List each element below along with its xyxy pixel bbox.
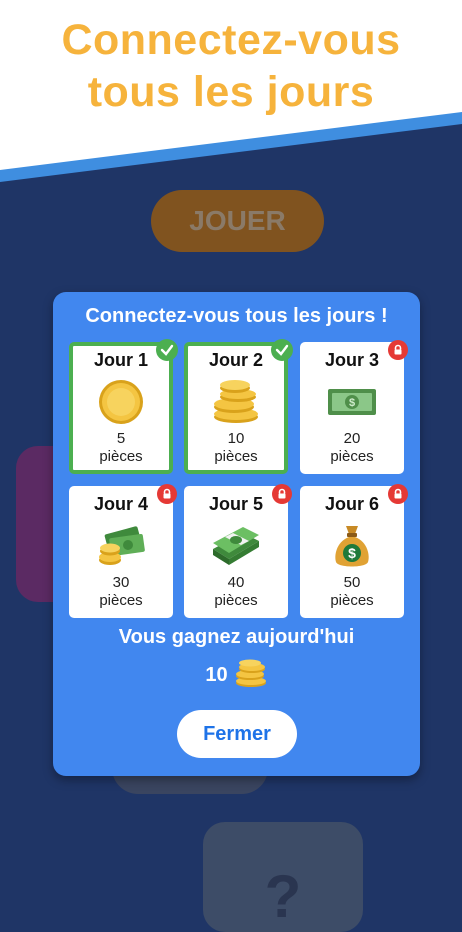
day-amount: 30 — [112, 574, 130, 591]
background-play-label: JOUER — [189, 205, 286, 236]
background-tile: ? — [203, 822, 363, 932]
day-unit: pièces — [330, 592, 374, 609]
banknote-icon: $ — [300, 378, 404, 426]
day-card-2: Jour 2 10 pièces — [184, 342, 288, 474]
close-button[interactable]: Fermer — [177, 710, 297, 758]
lock-icon — [388, 484, 408, 504]
day-unit: pièces — [214, 448, 258, 465]
day-amount: 5 — [116, 430, 126, 447]
money-bag-icon: $ — [300, 522, 404, 570]
svg-text:$: $ — [348, 545, 356, 561]
day-amount: 50 — [343, 574, 361, 591]
svg-text:$: $ — [349, 397, 355, 409]
background-play-button: JOUER — [151, 190, 324, 252]
day-unit: pièces — [99, 448, 143, 465]
background-tile-label: ? — [264, 863, 302, 930]
day-card-4: Jour 4 30 pièces — [69, 486, 173, 618]
day-label: Jour 1 — [93, 350, 149, 370]
day-card-3: Jour 3 $ 20 pièces — [300, 342, 404, 474]
day-amount: 40 — [227, 574, 245, 591]
day-unit: pièces — [330, 448, 374, 465]
day-card-6: Jour 6 $ 50 pièces — [300, 486, 404, 618]
coin-icon — [73, 378, 169, 426]
banner-title: Connectez-vous tous les jours — [0, 14, 462, 118]
today-gain-row: 10 — [53, 658, 420, 692]
cash-and-coins-icon — [69, 522, 173, 570]
today-gain-text: Vous gagnez aujourd'hui — [118, 626, 355, 648]
modal-title: Connectez-vous tous les jours ! — [85, 305, 388, 327]
cash-bundle-icon — [184, 522, 288, 570]
day-label: Jour 2 — [208, 350, 264, 370]
day-card-5: Jour 5 40 pièces — [184, 486, 288, 618]
day-amount: 20 — [343, 430, 361, 447]
day-card-1: Jour 1 5 pièces — [69, 342, 173, 474]
today-gain-value: 10 — [205, 663, 228, 686]
daily-reward-modal: Connectez-vous tous les jours ! Jour 1 5… — [53, 292, 420, 776]
check-icon — [156, 339, 178, 361]
check-icon — [271, 339, 293, 361]
lock-icon — [272, 484, 292, 504]
day-unit: pièces — [214, 592, 258, 609]
day-unit: pièces — [99, 592, 143, 609]
coin-stack-icon — [234, 658, 268, 693]
banner-title-line-1: Connectez-vous — [61, 16, 401, 64]
lock-icon — [388, 340, 408, 360]
coin-stack-icon — [188, 378, 284, 426]
banner-title-line-2: tous les jours — [87, 68, 375, 116]
lock-icon — [157, 484, 177, 504]
day-amount: 10 — [227, 430, 245, 447]
